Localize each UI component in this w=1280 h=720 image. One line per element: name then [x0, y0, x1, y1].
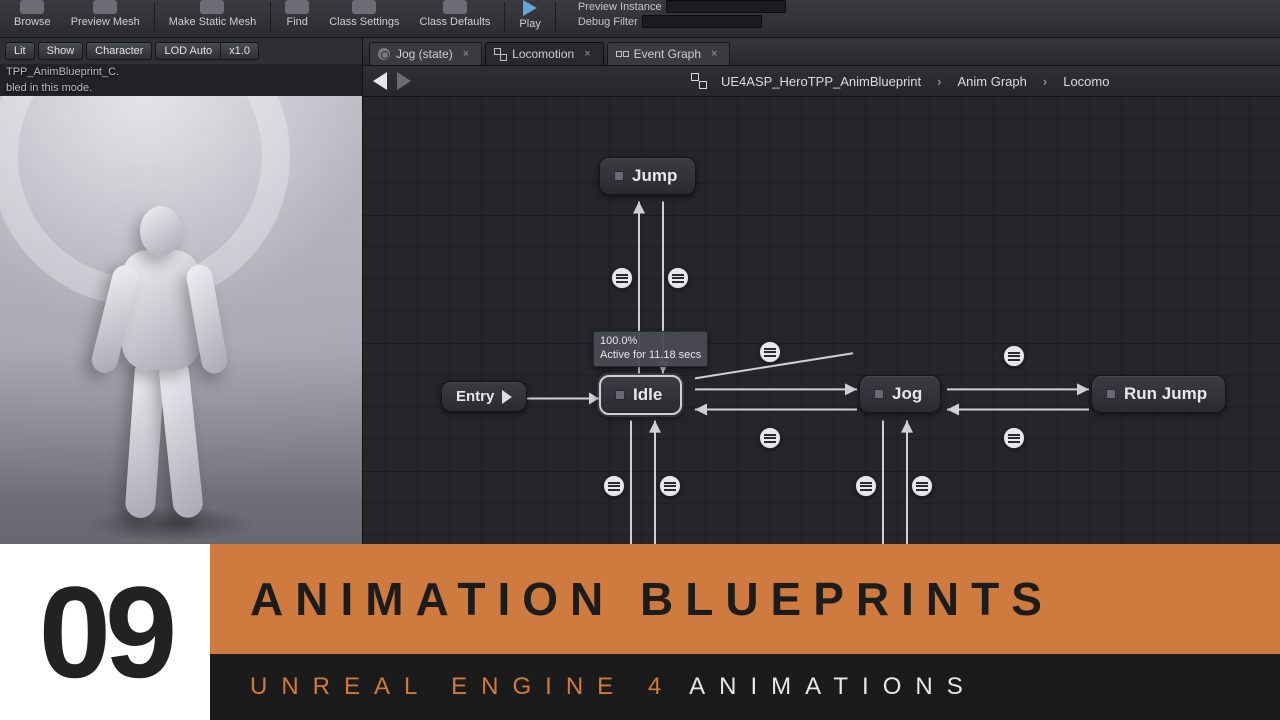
transition-rule[interactable]	[667, 267, 689, 289]
viewport-playback-controls	[296, 698, 354, 714]
transition-rule[interactable]	[1003, 427, 1025, 449]
state-node-crouch[interactable]: Crouch	[581, 567, 693, 605]
transition-rule[interactable]	[611, 267, 633, 289]
mannequin-preview	[80, 206, 240, 536]
viewport-speed-button[interactable]: x1.0	[221, 42, 259, 60]
main-toolbar: Browse Preview Mesh Make Static Mesh Fin…	[0, 0, 1280, 38]
transition-rule[interactable]	[1003, 345, 1025, 367]
statemachine-icon	[494, 48, 506, 60]
viewport-button-row: Lit Show Character LOD Auto x1.0	[0, 38, 362, 64]
viewport-lit-button[interactable]: Lit	[5, 42, 35, 60]
graph-tab-bar: Jog (state)× Locomotion× Event Graph×	[363, 38, 1280, 66]
viewport-pause-icon[interactable]	[322, 698, 334, 714]
viewport-info-1: TPP_AnimBlueprint_C.	[0, 64, 362, 80]
toolbar-preview-mesh[interactable]: Preview Mesh	[61, 0, 150, 28]
nav-back-button[interactable]	[373, 72, 387, 90]
chevron-right-icon: ›	[1043, 74, 1047, 89]
state-tooltip: 100.0% Active for 11.18 secs	[593, 331, 708, 367]
crumb-locomotion[interactable]: Locomo	[1063, 74, 1109, 89]
transition-rule[interactable]	[759, 341, 781, 363]
chevron-right-icon: ›	[937, 74, 941, 89]
transition-rule[interactable]	[855, 475, 877, 497]
transition-rule[interactable]	[759, 427, 781, 449]
tab-jog-state[interactable]: Jog (state)×	[369, 42, 482, 65]
state-icon	[378, 48, 390, 60]
toolbar-browse[interactable]: Browse	[4, 0, 61, 28]
entry-node[interactable]: Entry	[441, 381, 527, 412]
crumb-anim-graph[interactable]: Anim Graph	[958, 74, 1027, 89]
close-icon[interactable]: ×	[463, 48, 469, 60]
toolbar-play[interactable]: Play	[509, 0, 550, 30]
tab-locomotion[interactable]: Locomotion×	[485, 42, 603, 65]
nav-forward-button[interactable]	[397, 72, 411, 90]
debug-filter-label: Debug Filter	[578, 16, 638, 28]
viewport-3d[interactable]	[0, 96, 362, 720]
state-node-jog[interactable]: Jog	[859, 375, 941, 413]
transition-rule[interactable]	[911, 475, 933, 497]
toolbar-find[interactable]: Find	[275, 0, 319, 28]
viewport-show-button[interactable]: Show	[38, 42, 84, 60]
viewport-character-button[interactable]: Character	[86, 42, 152, 60]
state-node-crouch-walk[interactable]: Crouch Walk	[835, 567, 990, 605]
state-machine-graph[interactable]: Jump 100.0% Active for 11.18 secs Entry …	[363, 97, 1280, 720]
toolbar-class-settings[interactable]: Class Settings	[319, 0, 409, 28]
viewport-panel: Lit Show Character LOD Auto x1.0 TPP_Ani…	[0, 38, 363, 720]
viewport-lod-button[interactable]: LOD Auto	[155, 42, 221, 60]
tab-event-graph[interactable]: Event Graph×	[607, 42, 731, 65]
state-node-run-jump[interactable]: Run Jump	[1091, 375, 1226, 413]
play-icon	[502, 390, 512, 404]
close-icon[interactable]: ×	[711, 48, 717, 60]
viewport-record-icon[interactable]	[296, 698, 312, 714]
viewport-info-2: bled in this mode.	[0, 80, 362, 96]
state-node-jump[interactable]: Jump	[599, 157, 696, 195]
eventgraph-icon	[616, 48, 628, 60]
transition-rule[interactable]	[603, 475, 625, 497]
preview-instance-label: Preview Instance	[578, 1, 662, 13]
breadcrumb-row: UE4ASP_HeroTPP_AnimBlueprint › Anim Grap…	[363, 66, 1280, 97]
toolbar-class-defaults[interactable]: Class Defaults	[410, 0, 501, 28]
crumb-root[interactable]: UE4ASP_HeroTPP_AnimBlueprint	[721, 74, 921, 89]
preview-instance-dropdown[interactable]	[666, 0, 786, 13]
toolbar-debug-section: Preview Instance Debug Filter	[578, 0, 786, 28]
statemachine-icon	[691, 73, 707, 89]
toolbar-make-static-mesh[interactable]: Make Static Mesh	[159, 0, 266, 28]
state-node-idle[interactable]: Idle	[599, 375, 682, 415]
close-icon[interactable]: ×	[584, 48, 590, 60]
viewport-step-icon[interactable]	[344, 698, 354, 714]
debug-filter-dropdown[interactable]	[642, 15, 762, 28]
transition-rule[interactable]	[763, 545, 785, 567]
transition-rule[interactable]	[659, 475, 681, 497]
